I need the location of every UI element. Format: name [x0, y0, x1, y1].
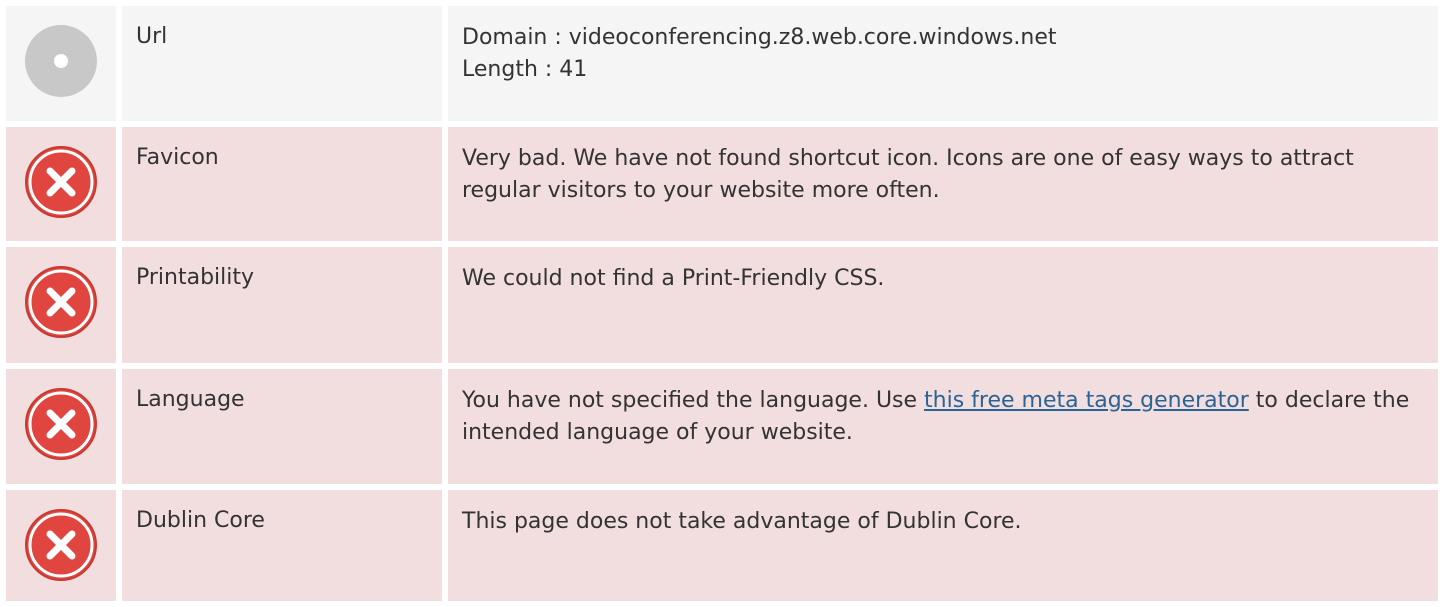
- row-value: Domain : videoconferencing.z8.web.core.w…: [448, 6, 1438, 121]
- error-x-icon: [25, 388, 97, 460]
- row-value: We could not find a Print-Friendly CSS.: [448, 247, 1438, 363]
- length-text: Length : 41: [462, 57, 588, 82]
- status-cell: [6, 6, 116, 121]
- row-label: Url: [122, 6, 442, 121]
- row-label: Printability: [122, 247, 442, 363]
- row-value: Very bad. We have not found shortcut ico…: [448, 127, 1438, 241]
- row-value: You have not specified the language. Use…: [448, 369, 1438, 484]
- error-x-icon: [25, 266, 97, 338]
- meta-tags-generator-link[interactable]: this free meta tags generator: [924, 388, 1249, 413]
- status-cell: [6, 127, 116, 241]
- status-cell: [6, 490, 116, 601]
- row-label: Language: [122, 369, 442, 484]
- seo-results-table: Url Domain : videoconferencing.z8.web.co…: [6, 6, 1438, 607]
- table-row-favicon: Favicon Very bad. We have not found shor…: [6, 127, 1438, 241]
- error-x-icon: [25, 146, 97, 218]
- table-row-printability: Printability We could not find a Print-F…: [6, 247, 1438, 363]
- row-label: Dublin Core: [122, 490, 442, 601]
- table-row-dublin-core: Dublin Core This page does not take adva…: [6, 490, 1438, 601]
- table-row-language: Language You have not specified the lang…: [6, 369, 1438, 484]
- row-value: This page does not take advantage of Dub…: [448, 490, 1438, 601]
- language-text-before: You have not specified the language. Use: [462, 388, 925, 413]
- row-label: Favicon: [122, 127, 442, 241]
- error-x-icon: [25, 509, 97, 581]
- status-cell: [6, 369, 116, 484]
- status-cell: [6, 247, 116, 363]
- neutral-circle-icon: [25, 25, 97, 97]
- table-row-url: Url Domain : videoconferencing.z8.web.co…: [6, 6, 1438, 121]
- domain-text: Domain : videoconferencing.z8.web.core.w…: [462, 25, 1057, 50]
